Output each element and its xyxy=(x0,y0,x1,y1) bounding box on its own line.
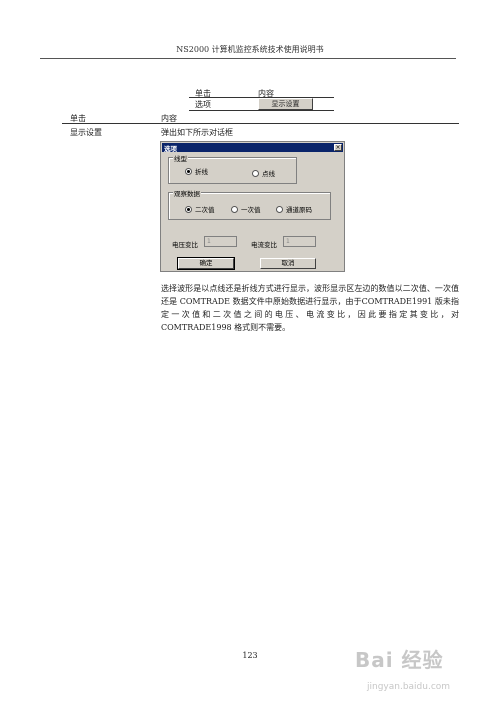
ok-button[interactable]: 确定 xyxy=(177,257,235,270)
baidu-jingyan-watermark: Bai 经验 jingyan.baidu.com xyxy=(355,644,450,692)
table1-rule-bottom xyxy=(189,110,334,111)
dialog-title: 选项 xyxy=(164,145,177,153)
table1-cell-options: 选项 xyxy=(195,100,211,109)
radio-dotline[interactable]: 点线 xyxy=(252,168,275,178)
options-dialog: 选项 × 线型 折线 点线 观察数据 二次值 一次值 通道原码 电压变比 1 电… xyxy=(160,141,345,272)
watermark-brand: Bai 经验 xyxy=(355,648,444,672)
radio-unselected-icon xyxy=(231,205,238,213)
radio-primary[interactable]: 一次值 xyxy=(231,204,261,214)
table2-cell-description: 弹出如下所示对话框 xyxy=(161,128,233,137)
radio-dotline-label: 点线 xyxy=(262,170,275,178)
radio-raw-channel-label: 通道原码 xyxy=(286,206,312,214)
voltage-ratio-input[interactable]: 1 xyxy=(204,236,237,247)
line-type-group: 线型 折线 点线 xyxy=(168,153,297,184)
radio-selected-icon xyxy=(185,205,192,213)
header-rule xyxy=(40,58,456,59)
table2-cell-display-settings: 显示设置 xyxy=(70,128,102,137)
radio-raw-channel[interactable]: 通道原码 xyxy=(276,204,312,214)
table2-rule xyxy=(62,123,459,124)
page-header: NS2000 计算机监控系统技术使用说明书 xyxy=(176,45,324,54)
body-paragraph: 选择波形是以点线还是折线方式进行显示，波形显示区左边的数值以二次值、一次值还是 … xyxy=(161,284,459,332)
radio-selected-icon xyxy=(185,167,192,175)
observe-data-group: 观察数据 二次值 一次值 通道原码 xyxy=(168,188,331,220)
radio-polyline-label: 折线 xyxy=(195,168,208,176)
close-icon[interactable]: × xyxy=(334,144,342,151)
current-ratio-input[interactable]: 1 xyxy=(283,236,316,247)
radio-primary-label: 一次值 xyxy=(241,206,261,214)
dialog-titlebar: 选项 × xyxy=(162,143,343,153)
cancel-button[interactable]: 取消 xyxy=(260,258,316,269)
radio-secondary[interactable]: 二次值 xyxy=(185,204,215,214)
radio-polyline[interactable]: 折线 xyxy=(185,166,208,176)
display-settings-button[interactable]: 显示设置 xyxy=(258,98,313,110)
current-ratio-label: 电流变比 xyxy=(251,241,277,249)
line-type-group-label: 线型 xyxy=(173,153,188,163)
radio-unselected-icon xyxy=(252,169,259,177)
observe-data-group-label: 观察数据 xyxy=(173,188,201,198)
voltage-ratio-label: 电压变比 xyxy=(172,241,198,249)
watermark-url: jingyan.baidu.com xyxy=(367,682,451,692)
radio-unselected-icon xyxy=(276,205,283,213)
radio-secondary-label: 二次值 xyxy=(195,206,215,214)
